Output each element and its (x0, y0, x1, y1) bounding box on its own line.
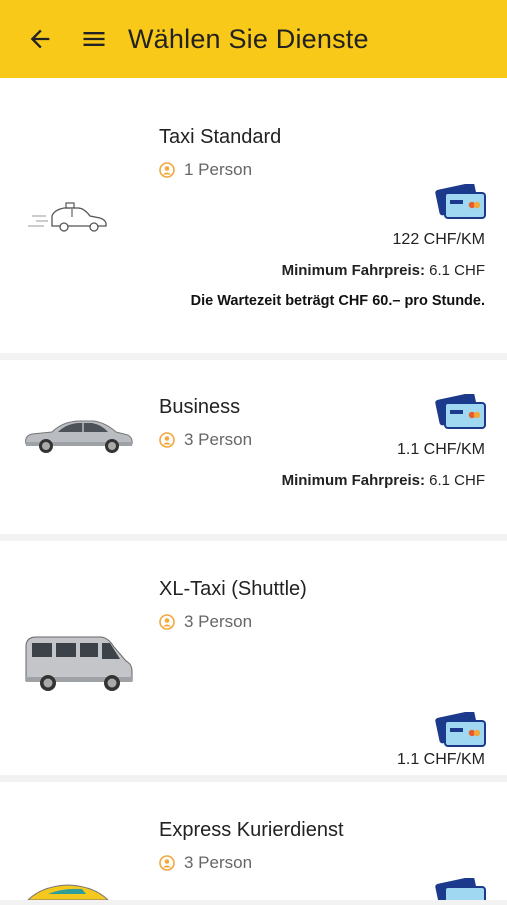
person-icon (159, 432, 175, 448)
silver-minivan-image (22, 631, 134, 700)
credit-card-icon (435, 712, 486, 747)
credit-card-icon (435, 878, 486, 900)
silver-sedan-image (22, 412, 134, 461)
hamburger-menu-icon (83, 32, 105, 46)
person-icon (159, 162, 175, 178)
credit-card-icon (435, 394, 486, 429)
service-name: Business (159, 396, 241, 418)
service-card-business[interactable]: Business 3 Person 1.1 CHF/KM Minimum Fah… (0, 360, 507, 534)
service-card-express-courier[interactable]: Express Kurierdienst 3 Person (0, 782, 507, 901)
back-button[interactable] (20, 19, 60, 59)
capacity-text: 3 Person (184, 430, 253, 449)
capacity-text: 3 Person (184, 612, 253, 631)
service-name: Taxi Standard (159, 126, 282, 148)
minimum-fare: Minimum Fahrpreis: 6.1 CHF (282, 262, 485, 279)
minimum-fare-label: Minimum Fahrpreis: (281, 262, 425, 279)
capacity: 1 Person (159, 160, 252, 180)
rate-text: 1.1 CHF/KM (396, 751, 485, 768)
menu-button[interactable] (74, 19, 114, 59)
service-card-taxi-standard[interactable]: Taxi Standard 1 Person 122 CHF/KM Minimu… (0, 78, 507, 353)
capacity: 3 Person (159, 430, 252, 450)
service-card-xl-taxi[interactable]: XL-Taxi (Shuttle) 3 Person 1.1 CHF/KM (0, 541, 507, 775)
minimum-fare-value: 6.1 CHF (429, 472, 485, 489)
yellow-taxi-image (22, 882, 112, 905)
arrow-left-icon (30, 29, 50, 49)
capacity-text: 3 Person (184, 853, 253, 872)
person-icon (159, 855, 175, 871)
person-icon (159, 614, 175, 630)
service-name: XL-Taxi (Shuttle) (159, 578, 307, 600)
minimum-fare: Minimum Fahrpreis: 6.1 CHF (282, 472, 485, 489)
rate-text: 122 CHF/KM (392, 231, 485, 248)
capacity: 3 Person (159, 612, 252, 632)
taxi-outline-image (22, 196, 112, 241)
service-name: Express Kurierdienst (159, 819, 344, 841)
page-title: Wählen Sie Dienste (128, 23, 369, 54)
waiting-time-note: Die Wartezeit beträgt CHF 60.– pro Stund… (190, 293, 485, 309)
minimum-fare-label: Minimum Fahrpreis: (281, 472, 425, 489)
capacity-text: 1 Person (184, 160, 253, 179)
minimum-fare-value: 6.1 CHF (429, 262, 485, 279)
rate-text: 1.1 CHF/KM (396, 441, 485, 458)
app-bar: Wählen Sie Dienste (0, 0, 507, 78)
capacity: 3 Person (159, 853, 252, 873)
credit-card-icon (435, 184, 486, 219)
